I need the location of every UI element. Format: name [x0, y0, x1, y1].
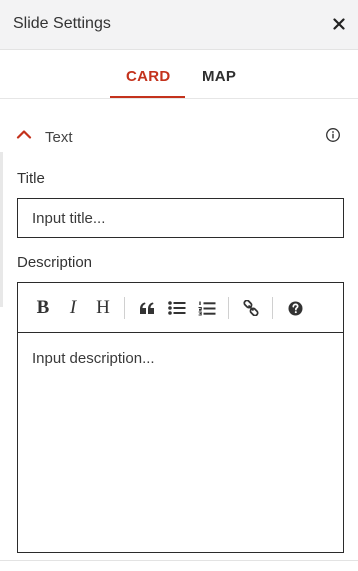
help-button[interactable]	[284, 297, 306, 319]
close-button[interactable]	[328, 12, 350, 36]
toolbar-separator	[272, 297, 273, 319]
panel-header: Slide Settings	[0, 0, 358, 50]
active-tab-indicator	[110, 96, 185, 98]
quote-icon	[140, 302, 154, 314]
editor-toolbar: B I H	[18, 283, 343, 333]
description-input[interactable]	[18, 333, 343, 552]
section-title: Text	[45, 129, 73, 146]
slide-settings-panel: Slide Settings CARD MAP Text Title Descr…	[0, 0, 358, 571]
tab-map[interactable]: MAP	[202, 68, 236, 85]
tab-card[interactable]: CARD	[126, 68, 171, 85]
chevron-up-icon	[16, 130, 32, 139]
title-input[interactable]	[17, 198, 344, 238]
bottom-divider	[0, 560, 358, 561]
bulleted-list-icon	[168, 301, 186, 315]
bold-button[interactable]: B	[32, 297, 54, 319]
toolbar-separator	[124, 297, 125, 319]
numbered-list-button[interactable]	[196, 297, 218, 319]
italic-button[interactable]: I	[62, 297, 84, 319]
info-icon[interactable]	[325, 127, 341, 143]
description-label: Description	[17, 254, 93, 271]
bulleted-list-button[interactable]	[166, 297, 188, 319]
panel-title: Slide Settings	[13, 15, 111, 32]
numbered-list-icon	[198, 301, 216, 315]
link-icon	[243, 300, 259, 316]
text-section-toggle[interactable]: Text	[16, 126, 296, 148]
link-button[interactable]	[240, 297, 262, 319]
quote-button[interactable]	[136, 297, 158, 319]
tab-bar: CARD MAP	[0, 49, 358, 99]
help-icon	[288, 301, 302, 315]
heading-button[interactable]: H	[92, 297, 114, 319]
title-label: Title	[17, 170, 45, 187]
section-divider	[0, 152, 3, 307]
description-editor: B I H	[17, 282, 344, 553]
close-icon	[333, 18, 345, 30]
toolbar-separator	[228, 297, 229, 319]
